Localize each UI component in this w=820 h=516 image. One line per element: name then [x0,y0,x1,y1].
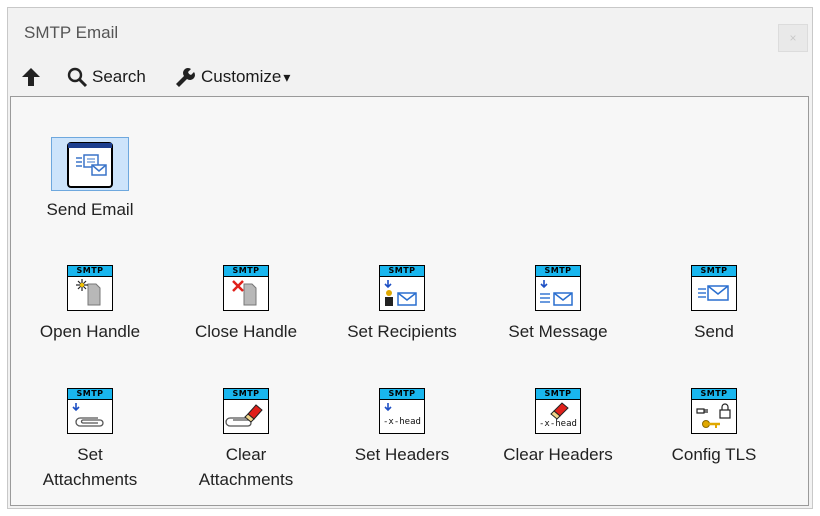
header-tag-text: -x-head [383,417,421,427]
header-tag-text: -x-head [539,419,577,429]
send-icon: SMTP [691,265,737,311]
set-message-icon: SMTP [535,265,581,311]
search-button[interactable]: Search [66,64,146,90]
set-recipients-icon: SMTP [379,265,425,311]
title-bar[interactable]: SMTP Email × [8,8,812,58]
palette-item-set-message[interactable]: SMTP Set Message [483,265,633,344]
palette-item-label: Open Handle [39,322,141,341]
palette-item-label: Set Message [508,322,608,341]
open-handle-icon: SMTP [67,265,113,311]
palette-item-clear-headers[interactable]: SMTP -x-head Clear Headers [483,388,633,467]
customize-label: Customize [201,67,282,86]
close-button[interactable]: × [778,24,808,52]
search-icon [67,67,88,88]
palette-item-label: Clear Attachments [198,445,294,489]
set-attachments-icon: SMTP [67,388,113,434]
function-palette: Send Email SMTP Open Handle SMTP Close H… [10,96,809,506]
palette-item-label: Set Attachments [42,445,138,489]
chevron-down-icon: ▾ [283,68,291,85]
palette-item-config-tls[interactable]: SMTP Config TLS [639,388,789,467]
window-title: SMTP Email [24,23,119,42]
email-vi-icon [66,141,114,189]
up-button[interactable] [20,64,42,90]
palette-item-set-recipients[interactable]: SMTP Set Recipients [327,265,477,344]
customize-button[interactable]: Customize ▾ [173,64,290,90]
arrow-up-icon [22,68,40,86]
config-tls-icon: SMTP [691,388,737,434]
palette-item-set-attachments[interactable]: SMTP Set Attachments [15,388,165,492]
palette-item-label: Config TLS [671,445,757,464]
palette-item-open-handle[interactable]: SMTP Open Handle [15,265,165,344]
palette-item-label: Set Recipients [347,322,457,341]
palette-item-label: Clear Headers [503,445,613,464]
palette-item-label: Set Headers [354,445,450,464]
palette-item-send[interactable]: SMTP Send [639,265,789,344]
clear-attachments-icon: SMTP [223,388,269,434]
search-label: Search [92,67,146,86]
palette-item-send-email[interactable]: Send Email [15,141,165,222]
palette-item-clear-attachments[interactable]: SMTP Clear Attachments [171,388,321,492]
palette-toolbar: Search Customize ▾ [8,60,812,94]
palette-item-label: Send Email [46,200,134,219]
clear-headers-icon: SMTP -x-head [535,388,581,434]
palette-item-label: Close Handle [194,322,298,341]
set-headers-icon: SMTP -x-head [379,388,425,434]
close-handle-icon: SMTP [223,265,269,311]
wrench-icon [176,68,195,87]
palette-item-set-headers[interactable]: SMTP -x-head Set Headers [327,388,477,467]
palette-item-close-handle[interactable]: SMTP Close Handle [171,265,321,344]
palette-item-label: Send [694,322,734,341]
close-icon: × [789,31,797,45]
smtp-email-palette-window: SMTP Email × Search Customize ▾ Send Ema… [7,7,813,509]
